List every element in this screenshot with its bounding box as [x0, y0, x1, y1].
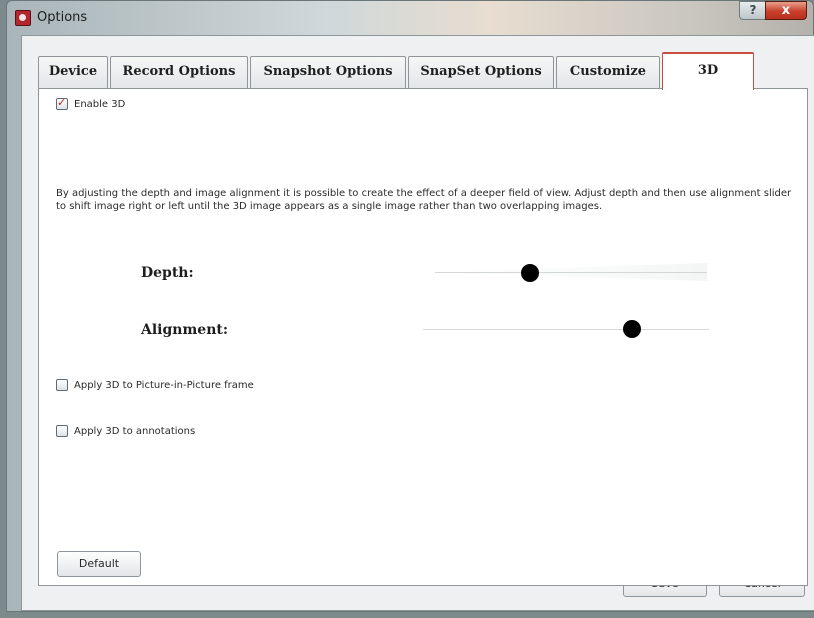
close-button[interactable]: x [765, 1, 807, 20]
alignment-label: Alignment: [141, 322, 229, 338]
enable-3d-label: Enable 3D [74, 98, 126, 110]
depth-slider-line [435, 272, 707, 273]
tab-device[interactable]: Device [38, 56, 108, 88]
apply-annotations-label: Apply 3D to annotations [74, 425, 196, 437]
window-title: Options [37, 10, 88, 25]
default-button[interactable]: Default [57, 551, 141, 577]
apply-pip-checkbox[interactable] [56, 379, 68, 391]
alignment-slider-track[interactable] [423, 329, 709, 330]
apply-annotations-checkbox-row[interactable]: Apply 3D to annotations [56, 425, 195, 437]
enable-3d-checkbox[interactable] [56, 96, 68, 110]
tab-customize[interactable]: Customize [556, 56, 660, 88]
description-text: By adjusting the depth and image alignme… [56, 188, 792, 212]
tab-panel-3d: Enable 3D By adjusting the depth and ima… [38, 88, 808, 586]
app-icon [15, 10, 31, 26]
help-button[interactable]: ? [739, 1, 767, 20]
title-bar[interactable]: Options ? x [7, 1, 813, 35]
options-window: Options ? x Device Record Options Snapsh… [6, 0, 814, 612]
enable-3d-checkbox-row[interactable]: Enable 3D [56, 96, 126, 110]
apply-pip-label: Apply 3D to Picture-in-Picture frame [74, 379, 254, 391]
tab-record-options[interactable]: Record Options [110, 56, 248, 88]
alignment-slider-thumb[interactable] [622, 320, 641, 338]
tab-3d[interactable]: 3D [662, 52, 754, 90]
depth-label: Depth: [141, 265, 194, 281]
depth-slider-thumb[interactable] [521, 264, 540, 282]
apply-pip-checkbox-row[interactable]: Apply 3D to Picture-in-Picture frame [56, 379, 254, 391]
tab-snapshot-options[interactable]: Snapshot Options [250, 56, 406, 88]
dialog-client-area: Device Record Options Snapshot Options S… [21, 35, 814, 611]
tab-snapset-options[interactable]: SnapSet Options [408, 56, 554, 88]
apply-annotations-checkbox[interactable] [56, 425, 68, 437]
